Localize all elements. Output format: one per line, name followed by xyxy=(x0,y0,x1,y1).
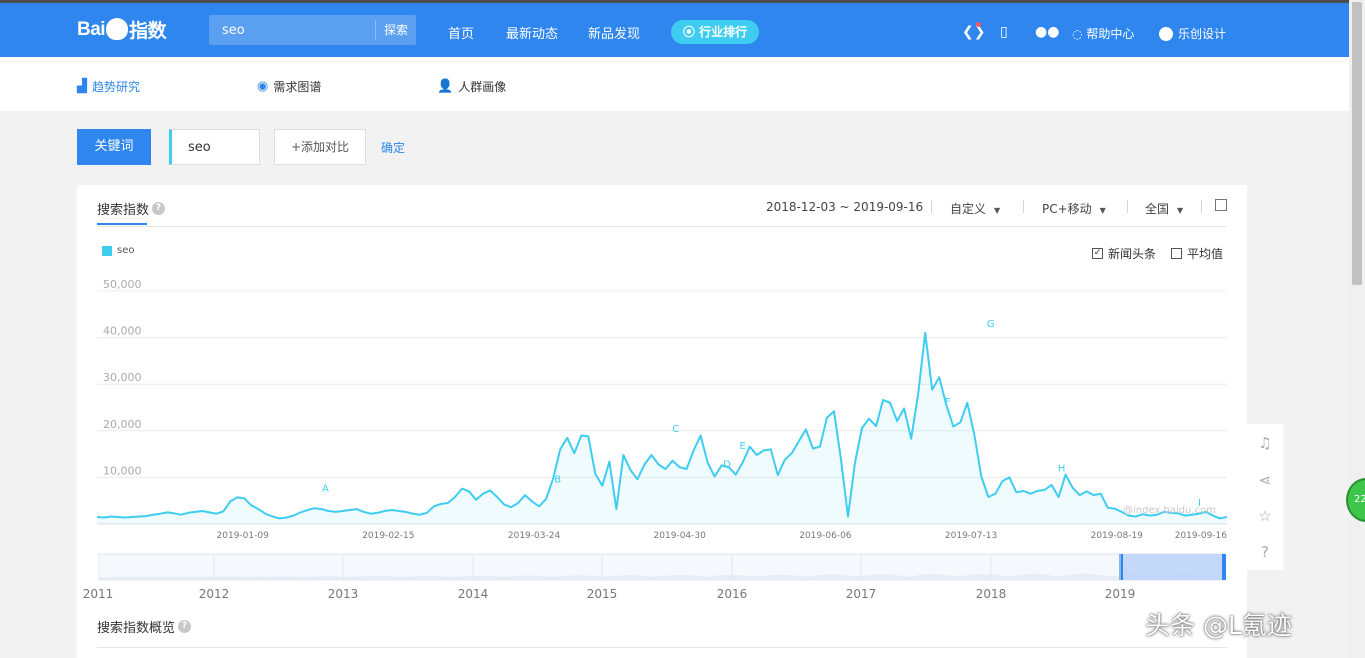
nav-home[interactable]: 首页 xyxy=(448,23,474,42)
overview-title: 搜索指数概览 ? xyxy=(97,617,192,636)
search-button[interactable]: 探索 xyxy=(375,20,416,40)
x-tick-label: 2019-04-30 xyxy=(654,531,707,541)
overview-year-label: 2012 xyxy=(199,587,230,601)
annotation-g: G xyxy=(987,319,995,330)
search-index-chart[interactable]: 50,000 40,000 30,000 20,000 10,000 2019-01-09… xyxy=(77,185,1247,658)
y-tick-label: 10,000 xyxy=(103,464,142,477)
overview-year-label: 2019 xyxy=(1105,587,1136,601)
side-toolbar: ♫ ⋖ ☆ ? xyxy=(1247,424,1283,570)
target-icon: ◉ xyxy=(257,79,269,94)
chart-watermark: @index.baidu.com xyxy=(1123,505,1216,516)
help-center-link[interactable]: ◌ 帮助中心 xyxy=(1072,25,1134,42)
annotation-a: A xyxy=(322,483,329,494)
top-bar: Bai 指数 探索 首页 最新动态 新品发现 ⦿ 行业排行 ❮❯ ▯ ●● ◌ 帮… xyxy=(0,0,1349,57)
overview-selection xyxy=(1121,554,1225,580)
y-tick-label: 30,000 xyxy=(103,371,142,384)
mobile-icon[interactable]: ▯ xyxy=(1000,24,1008,40)
people-icon: 👤 xyxy=(437,79,454,94)
logo-suffix: 指数 xyxy=(129,21,167,42)
user-icon xyxy=(1159,26,1173,41)
x-tick-label: 2019-09-16 xyxy=(1175,531,1228,541)
keyword-input[interactable] xyxy=(169,129,260,165)
headset-icon[interactable]: ♫ xyxy=(1256,434,1274,452)
search-index-card: 搜索指数 ? 2018-12-03 ~ 2019-09-16 自定义 ▼ PC+移… xyxy=(77,185,1247,658)
tab-demand-graph[interactable]: ◉ 需求图谱 xyxy=(257,78,321,95)
page-scrollbar[interactable] xyxy=(1349,0,1365,658)
confirm-link[interactable]: 确定 xyxy=(381,139,405,156)
keyword-button[interactable]: 关键词 xyxy=(77,129,151,165)
tab-trend-research[interactable]: ▟ 趋势研究 xyxy=(77,78,140,95)
sub-nav: ▟ 趋势研究 ◉ 需求图谱 👤 人群画像 xyxy=(0,57,1349,111)
wechat-icon[interactable]: ●● xyxy=(1035,24,1059,40)
search-input[interactable] xyxy=(209,15,375,45)
industry-ranking-button[interactable]: ⦿ 行业排行 xyxy=(671,20,759,44)
x-tick-label: 2019-01-09 xyxy=(217,531,270,541)
share-icon[interactable]: ⋖ xyxy=(1256,471,1274,489)
overview-title-text: 搜索指数概览 xyxy=(97,621,176,636)
annotation-f: F xyxy=(945,397,951,408)
baidu-index-logo[interactable]: Bai 指数 xyxy=(77,16,167,43)
x-tick-label: 2019-06-06 xyxy=(799,531,852,541)
watermark: 头条 @L氪迹 xyxy=(1145,611,1292,640)
industry-ranking-label: 行业排行 xyxy=(699,25,748,39)
user-name: 乐创设计 xyxy=(1178,27,1227,41)
tab-label: 趋势研究 xyxy=(92,80,141,94)
overview-divider xyxy=(97,647,1227,648)
logo-text: Bai xyxy=(77,18,106,40)
tab-label: 需求图谱 xyxy=(273,80,322,94)
diamond-icon[interactable]: ❮❯ xyxy=(962,24,985,40)
search-box: 探索 xyxy=(209,15,416,45)
nav-new-products[interactable]: 新品发现 xyxy=(588,23,640,42)
help-icon[interactable]: ? xyxy=(1256,543,1274,561)
annotation-d: D xyxy=(723,460,731,471)
paw-icon xyxy=(106,17,129,40)
annotation-h: H xyxy=(1058,463,1066,474)
tab-label: 人群画像 xyxy=(458,80,507,94)
scrollbar-thumb[interactable] xyxy=(1352,2,1362,285)
y-tick-label: 20,000 xyxy=(103,418,142,431)
overview-handle-right[interactable] xyxy=(1222,554,1226,580)
tab-crowd-portrait[interactable]: 👤 人群画像 xyxy=(437,78,506,95)
star-icon[interactable]: ☆ xyxy=(1256,507,1274,525)
x-tick-label: 2019-02-15 xyxy=(362,531,414,541)
overview-year-label: 2016 xyxy=(717,587,748,601)
x-tick-label: 2019-07-13 xyxy=(945,531,997,541)
nav-news[interactable]: 最新动态 xyxy=(506,23,558,42)
notification-dot xyxy=(976,22,981,27)
overview-track xyxy=(98,553,1226,581)
overview-year-label: 2015 xyxy=(587,587,618,601)
trend-icon: ▟ xyxy=(77,79,87,94)
help-center-label: 帮助中心 xyxy=(1086,27,1135,41)
overview-year-label: 2011 xyxy=(83,587,114,601)
user-menu[interactable]: 乐创设计 xyxy=(1159,25,1226,42)
y-tick-label: 50,000 xyxy=(103,278,142,291)
question-icon[interactable]: ? xyxy=(178,620,192,633)
annotation-b: B xyxy=(554,475,561,486)
overview-year-label: 2014 xyxy=(458,587,489,601)
x-tick-label: 2019-08-19 xyxy=(1091,531,1144,541)
chat-icon: ◌ xyxy=(1072,27,1083,41)
y-tick-label: 40,000 xyxy=(103,325,142,338)
ranking-icon: ⦿ xyxy=(682,25,695,39)
annotation-c: C xyxy=(672,424,679,435)
overview-year-label: 2017 xyxy=(846,587,877,601)
annotation-e: E xyxy=(740,441,746,452)
x-tick-label: 2019-03-24 xyxy=(508,531,561,541)
add-compare-button[interactable]: +添加对比 xyxy=(274,129,366,165)
overview-year-label: 2018 xyxy=(976,587,1007,601)
overview-year-label: 2013 xyxy=(328,587,359,601)
